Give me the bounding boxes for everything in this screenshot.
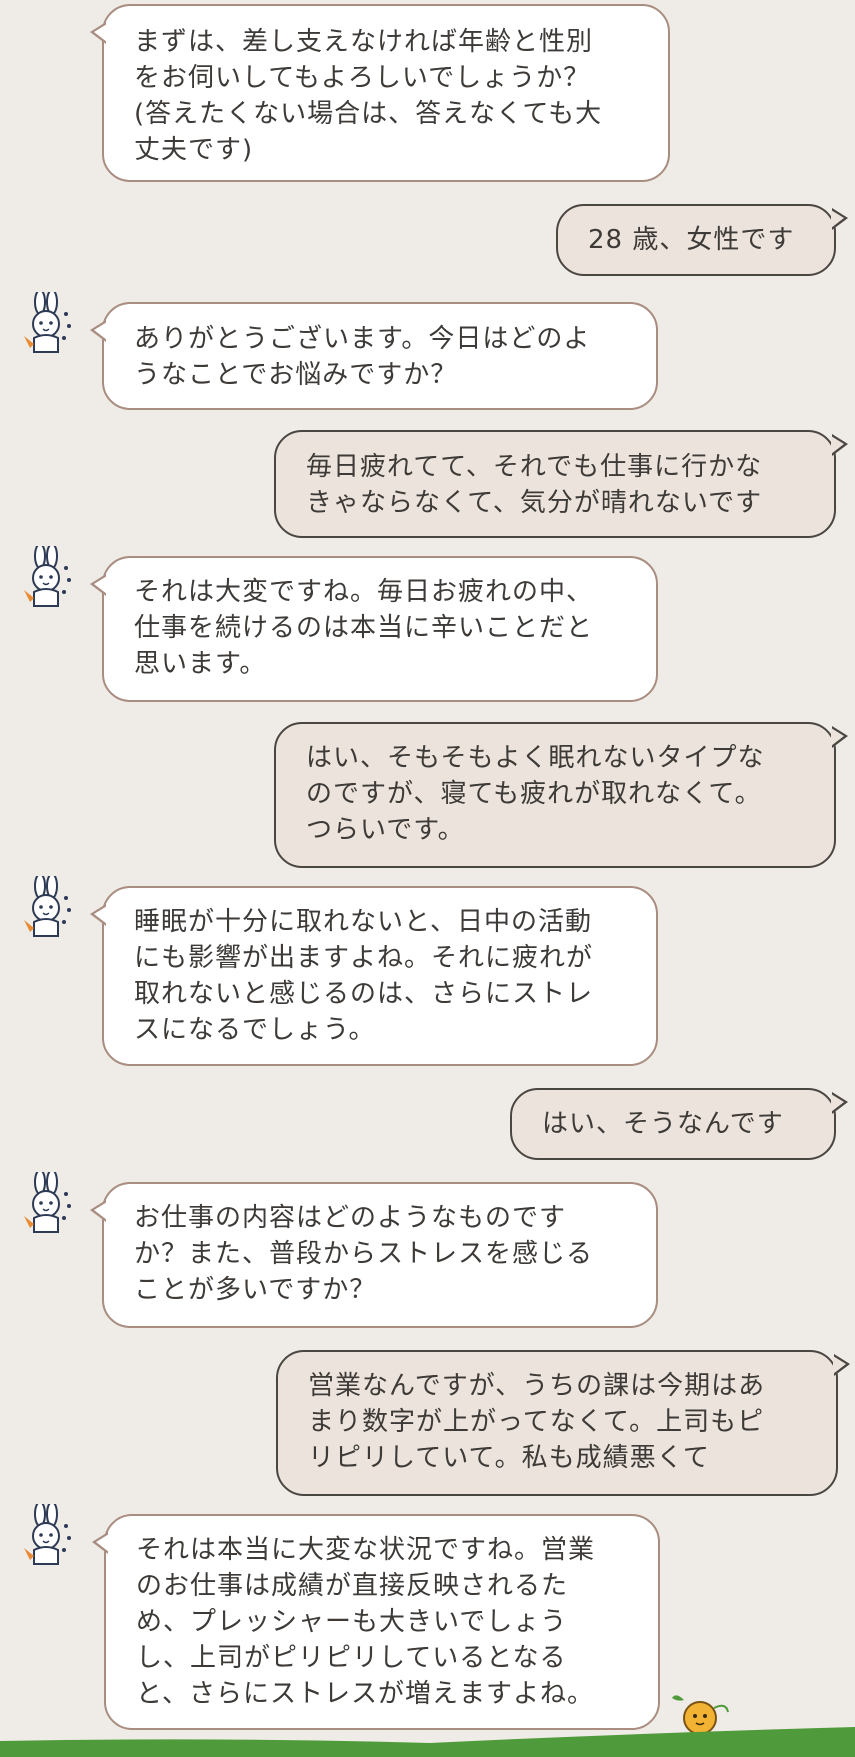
bot-message: それは大変ですね。毎日お疲れの中、 仕事を続けるのは本当に辛いことだと 思います… xyxy=(90,556,658,702)
rabbit-doctor-icon[interactable] xyxy=(14,876,74,942)
bot-message: まずは、差し支えなければ年齢と性別 をお伺いしてもよろしいでしょうか？ (答えた… xyxy=(90,4,670,182)
bot-message: お仕事の内容はどのようなものです か？また、普段からストレスを感じる ことが多い… xyxy=(90,1182,658,1328)
chat-log: まずは、差し支えなければ年齢と性別 をお伺いしてもよろしいでしょうか？ (答えた… xyxy=(0,0,855,1757)
user-message: 営業なんですが、うちの課は今期はあ まり数字が上がってなくて。上司もピ リピリし… xyxy=(276,1350,850,1496)
bot-message: それは本当に大変な状況ですね。営業 のお仕事は成績が直接反映されるた め、プレッ… xyxy=(92,1514,660,1730)
bot-message: ありがとうございます。今日はどのよ うなことでお悩みですか？ xyxy=(90,302,658,410)
ground-decoration xyxy=(0,1727,855,1757)
user-message: はい、そうなんです xyxy=(510,1088,848,1160)
user-message: 28 歳、女性です xyxy=(556,204,848,276)
user-message: はい、そもそもよく眠れないタイプな のですが、寝ても疲れが取れなくて。 つらいで… xyxy=(274,722,848,868)
user-message: 毎日疲れてて、それでも仕事に行かな きゃならなくて、気分が晴れないです xyxy=(274,430,848,538)
bot-message: 睡眠が十分に取れないと、日中の活動 にも影響が出ますよね。それに疲れが 取れない… xyxy=(90,886,658,1066)
rabbit-doctor-icon[interactable] xyxy=(14,1172,74,1238)
rabbit-doctor-icon[interactable] xyxy=(14,546,74,612)
rabbit-doctor-icon[interactable] xyxy=(14,1504,74,1570)
rabbit-doctor-icon[interactable] xyxy=(14,292,74,358)
